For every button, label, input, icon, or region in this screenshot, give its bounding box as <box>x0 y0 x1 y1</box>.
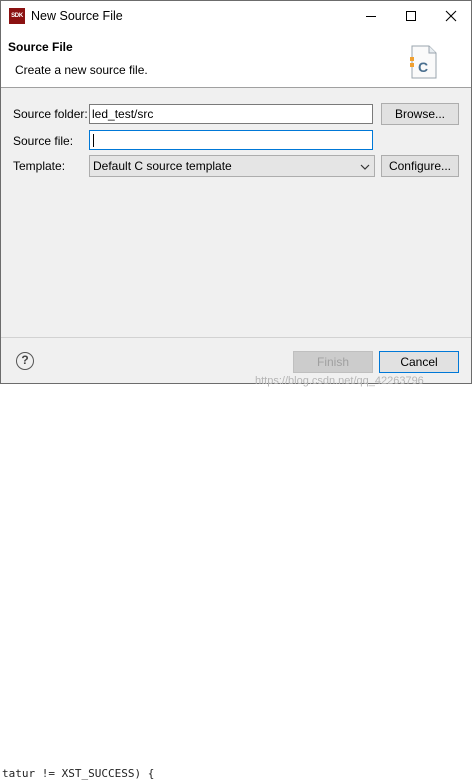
template-label: Template: <box>13 159 66 173</box>
template-select[interactable]: Default C source template <box>89 155 375 177</box>
background-code-text: tatur != XST_SUCCESS) { <box>2 767 155 780</box>
template-selected-value: Default C source template <box>93 159 232 173</box>
configure-button[interactable]: Configure... <box>381 155 459 177</box>
browse-button[interactable]: Browse... <box>381 103 459 125</box>
cancel-button[interactable]: Cancel <box>379 351 459 373</box>
file-icon-letter: C <box>418 59 428 75</box>
window-title: New Source File <box>31 9 123 23</box>
source-folder-input[interactable]: led_test/src <box>89 104 373 124</box>
close-button[interactable] <box>431 1 471 31</box>
maximize-icon <box>406 11 416 21</box>
c-source-file-icon: C <box>410 45 437 79</box>
minimize-button[interactable] <box>351 1 391 31</box>
source-file-label: Source file: <box>13 134 74 148</box>
maximize-button[interactable] <box>391 1 431 31</box>
header-panel: Source File Create a new source file. C <box>1 31 471 88</box>
chevron-down-icon <box>360 164 370 170</box>
sdk-app-icon: SDK <box>9 8 25 24</box>
finish-button[interactable]: Finish <box>293 351 373 373</box>
footer-divider <box>1 337 471 338</box>
source-folder-label: Source folder: <box>13 107 88 121</box>
page-title: Source File <box>8 40 73 54</box>
title-bar: SDK New Source File <box>1 1 471 31</box>
close-icon <box>445 10 457 22</box>
new-source-file-dialog: SDK New Source File Source File Create a… <box>0 0 472 387</box>
page-description: Create a new source file. <box>15 63 148 77</box>
minimize-icon <box>366 16 376 17</box>
help-icon[interactable]: ? <box>16 352 34 370</box>
watermark-text: https://blog.csdn.net/qq_42263796 <box>255 375 424 387</box>
text-caret <box>93 134 94 147</box>
source-file-input[interactable] <box>89 130 373 150</box>
